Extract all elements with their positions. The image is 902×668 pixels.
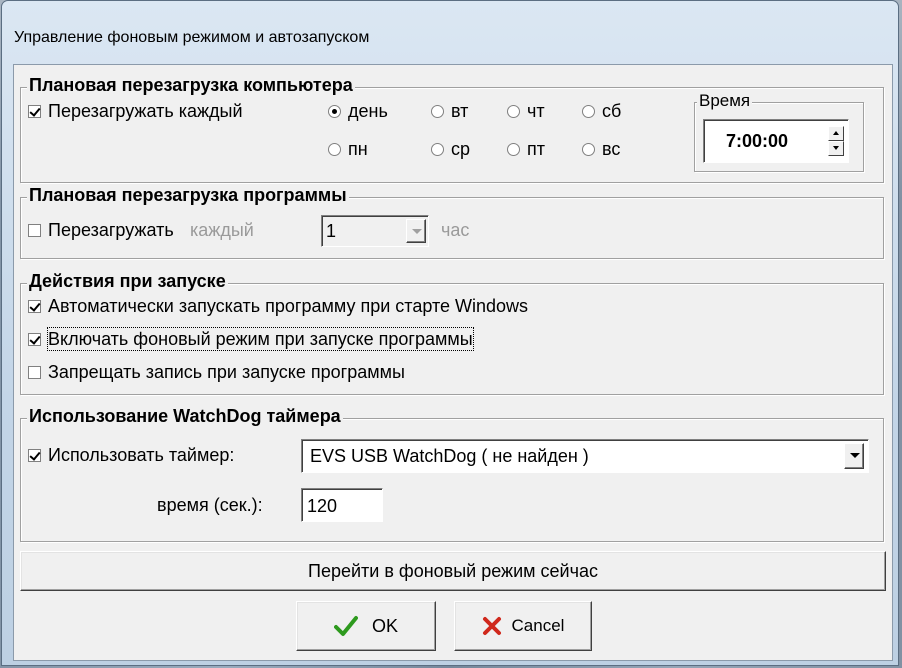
use-watchdog-checkbox[interactable] [28, 449, 41, 462]
program-restart-every-label: каждый [190, 220, 254, 240]
radio-mon[interactable] [328, 143, 341, 156]
watchdog-time-value: 120 [307, 496, 338, 516]
time-spin-down[interactable] [828, 141, 844, 156]
hours-dropdown[interactable]: 1 [321, 215, 429, 247]
radio-thu[interactable] [507, 105, 520, 118]
radio-thu-label: чт [527, 101, 545, 121]
time-value: 7:00:00 [726, 131, 789, 151]
radio-day-label: день [348, 101, 388, 121]
hours-value: 1 [326, 221, 337, 241]
radio-fri[interactable] [507, 143, 520, 156]
cancel-x-icon [482, 617, 501, 635]
hours-unit-label: час [441, 220, 470, 240]
radio-fri-label: пт [527, 139, 545, 159]
watchdog-device-dropdown[interactable]: EVS USB WatchDog ( не найден ) [301, 439, 869, 473]
pc-restart-group-title: Плановая перезагрузка компьютера [27, 74, 355, 96]
watchdog-time-input[interactable]: 120 [301, 488, 383, 522]
program-restart-label: Перезагружать [48, 220, 174, 240]
startup-actions-group: Действия при запуске Автоматически запус… [20, 270, 884, 395]
pc-restart-label: Перезагружать каждый [48, 101, 243, 121]
ok-button[interactable]: OK [296, 601, 436, 651]
time-spin-up[interactable] [828, 126, 844, 141]
startup-actions-group-title: Действия при запуске [27, 270, 228, 292]
ok-button-label: OK [371, 615, 398, 636]
watchdog-group: Использование WatchDog таймера Использов… [20, 405, 884, 542]
radio-tue-label: вт [451, 101, 469, 121]
radio-sun[interactable] [582, 143, 595, 156]
background-on-start-label: Включать фоновый режим при запуске прогр… [47, 327, 474, 351]
radio-day[interactable] [328, 105, 341, 118]
watchdog-group-title: Использование WatchDog таймера [27, 405, 343, 427]
background-now-button-label: Перейти в фоновый режим сейчас [308, 560, 598, 581]
time-subgroup-title: Время [697, 91, 753, 111]
program-restart-group: Плановая перезагрузка программы Перезагр… [20, 184, 884, 259]
block-recording-checkbox[interactable] [28, 366, 41, 379]
autostart-label: Автоматически запускать программу при ст… [48, 296, 529, 316]
hours-dropdown-arrow-icon[interactable] [406, 219, 426, 243]
cancel-button[interactable]: Cancel [454, 601, 592, 651]
radio-wed[interactable] [431, 143, 444, 156]
radio-tue[interactable] [431, 105, 444, 118]
radio-sat[interactable] [582, 105, 595, 118]
pc-restart-group: Плановая перезагрузка компьютера Перезаг… [20, 74, 884, 183]
autostart-checkbox[interactable] [28, 300, 41, 313]
dialog-window: Управление фоновым режимом и автозапуско… [1, 0, 899, 666]
program-restart-checkbox[interactable] [28, 224, 41, 237]
window-title: Управление фоновым режимом и автозапуско… [14, 29, 370, 46]
radio-mon-label: пн [348, 139, 368, 159]
watchdog-time-label: время (сек.): [157, 495, 263, 515]
use-watchdog-label: Использовать таймер: [48, 445, 235, 465]
pc-restart-checkbox[interactable] [28, 105, 41, 118]
radio-sat-label: сб [602, 101, 622, 121]
background-now-button[interactable]: Перейти в фоновый режим сейчас [20, 551, 886, 591]
background-on-start-checkbox[interactable] [28, 333, 41, 346]
radio-sun-label: вс [602, 139, 621, 159]
checkmark-icon [333, 616, 358, 636]
dialog-client-area: Плановая перезагрузка компьютера Перезаг… [13, 64, 893, 661]
cancel-button-label: Cancel [511, 616, 565, 635]
time-field[interactable]: 7:00:00 [703, 119, 849, 163]
time-subgroup: Время 7:00:00 [694, 91, 864, 172]
radio-wed-label: ср [451, 139, 471, 159]
program-restart-group-title: Плановая перезагрузка программы [27, 184, 349, 206]
watchdog-device-value: EVS USB WatchDog ( не найден ) [310, 446, 589, 466]
watchdog-dropdown-arrow-icon[interactable] [844, 443, 864, 469]
block-recording-label: Запрещать запись при запуске программы [48, 362, 405, 382]
